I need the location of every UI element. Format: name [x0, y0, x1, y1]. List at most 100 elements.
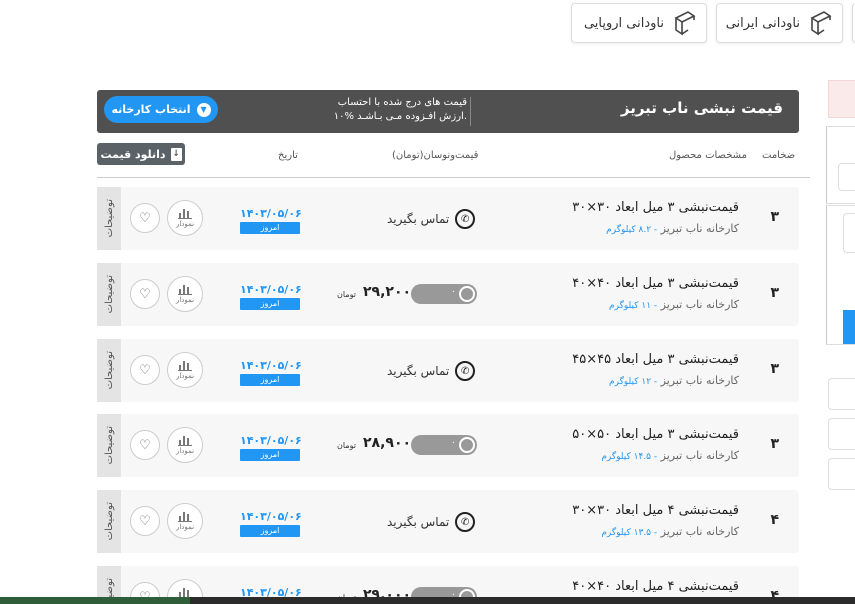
- download-price-button[interactable]: دانلود قیمت ↓: [97, 143, 185, 165]
- thickness-value: ۳: [770, 361, 779, 377]
- product-name[interactable]: قیمت‌نبشی ۳ میل ابعاد ۴۵×۴۵: [572, 352, 739, 367]
- favorite-heart-icon[interactable]: ♡: [130, 506, 160, 536]
- table-row: توضیحات ♡ نمودار ۱۴۰۳/۰۵/۰۶ امروز تماس ب…: [97, 187, 799, 250]
- call-label: تماس بگیرید: [387, 364, 450, 378]
- description-tab[interactable]: توضیحات: [97, 187, 121, 250]
- price-date: ۱۴۰۳/۰۵/۰۶: [240, 207, 302, 220]
- bar-chart-icon: [178, 436, 192, 446]
- column-header-date: تاریخ: [278, 150, 298, 161]
- header-divider: [470, 97, 471, 126]
- bar-chart-icon: [178, 361, 192, 371]
- category-card-european-gutter[interactable]: ناودانی اروپایی: [571, 3, 707, 43]
- fluctuation-value: ۰: [451, 287, 456, 297]
- call-for-price[interactable]: تماس بگیرید ✆: [387, 512, 476, 532]
- vat-note-line2: ۱۰% ارزش افـزوده مـی بـاشـد.: [333, 111, 467, 122]
- chart-button[interactable]: نمودار: [167, 352, 203, 388]
- table-row: توضیحات ♡ نمودار ۱۴۰۳/۰۵/۰۶ امروز تماس ب…: [97, 490, 799, 553]
- today-badge: امروز: [240, 525, 300, 537]
- thickness-value: ۳: [770, 285, 779, 301]
- sidebar-field[interactable]: [828, 458, 855, 490]
- chevron-down-icon: ▼: [196, 102, 211, 117]
- chart-button[interactable]: نمودار: [167, 200, 203, 236]
- product-name[interactable]: قیمت‌نبشی ۳ میل ابعاد ۵۰×۵۰: [572, 427, 739, 442]
- product-name[interactable]: قیمت‌نبشی ۳ میل ابعاد ۳۰×۳۰: [572, 200, 739, 215]
- product-weight: - ۱۴.۵ کیلوگرم: [601, 452, 658, 462]
- category-label: ناودانی ایرانی: [725, 15, 800, 31]
- factory-name: کارخانه ناب تبریز: [660, 374, 739, 387]
- price-fluctuation-toggle[interactable]: ۰: [411, 284, 477, 304]
- description-tab[interactable]: توضیحات: [97, 339, 121, 402]
- product-subtitle: کارخانه ناب تبریز - ۱۳.۵ کیلوگرم: [601, 525, 739, 538]
- sidebar-button[interactable]: [843, 310, 855, 344]
- today-badge: امروز: [240, 298, 300, 310]
- price-date: ۱۴۰۳/۰۵/۰۶: [240, 283, 302, 296]
- product-name[interactable]: قیمت‌نبشی ۴ میل ابعاد ۴۰×۴۰: [572, 579, 739, 594]
- sidebar-panel: [828, 80, 855, 118]
- description-label: توضیحات: [103, 502, 115, 541]
- factory-name: کارخانه ناب تبریز: [660, 449, 739, 462]
- call-label: تماس بگیرید: [387, 515, 450, 529]
- taskbar-segment: [0, 597, 190, 604]
- call-for-price[interactable]: تماس بگیرید ✆: [387, 209, 476, 229]
- chart-label: نمودار: [175, 372, 195, 380]
- vat-note: قیمت های درج شده با احتساب ۱۰% ارزش افـز…: [229, 96, 467, 124]
- product-subtitle: کارخانه ناب تبریز - ۱۴.۵ کیلوگرم: [601, 449, 739, 462]
- description-label: توضیحات: [103, 275, 115, 314]
- product-name[interactable]: قیمت‌نبشی ۴ میل ابعاد ۳۰×۳۰: [572, 503, 739, 518]
- gutter-icon: [674, 11, 696, 36]
- description-tab[interactable]: توضیحات: [97, 414, 121, 477]
- taskbar-strip: [0, 597, 855, 604]
- table-row: توضیحات ♡ نمودار ۱۴۰۳/۰۵/۰۶ امروز تومان …: [97, 263, 799, 326]
- chart-button[interactable]: نمودار: [167, 427, 203, 463]
- favorite-heart-icon[interactable]: ♡: [130, 279, 160, 309]
- bar-chart-icon: [178, 209, 192, 219]
- table-row: توضیحات ♡ نمودار ۱۴۰۳/۰۵/۰۶ امروز تماس ب…: [97, 339, 799, 402]
- factory-name: کارخانه ناب تبریز: [660, 222, 739, 235]
- price-date: ۱۴۰۳/۰۵/۰۶: [240, 359, 302, 372]
- call-for-price[interactable]: تماس بگیرید ✆: [387, 361, 476, 381]
- description-tab[interactable]: توضیحات: [97, 490, 121, 553]
- category-label: ناودانی اروپایی: [583, 15, 664, 31]
- sidebar-field[interactable]: [828, 378, 855, 410]
- sidebar-field[interactable]: [838, 163, 855, 191]
- product-weight: - ۱۲ کیلوگرم: [609, 377, 658, 387]
- favorite-heart-icon[interactable]: ♡: [130, 430, 160, 460]
- vat-note-line1: قیمت های درج شده با احتساب: [337, 97, 467, 108]
- chart-button[interactable]: نمودار: [167, 276, 203, 312]
- favorite-heart-icon[interactable]: ♡: [130, 203, 160, 233]
- select-factory-button[interactable]: انتخاب کارخانه ▼: [104, 96, 218, 123]
- thickness-value: ۴: [770, 512, 779, 528]
- price-date: ۱۴۰۳/۰۵/۰۶: [240, 434, 302, 447]
- product-weight: - ۱۱ کیلوگرم: [609, 301, 658, 311]
- product-weight: - ۸.۲ کیلوگرم: [606, 225, 658, 235]
- column-header-price: قیمت‌ونوسان(تومان): [392, 150, 479, 161]
- toggle-knob: [459, 437, 475, 453]
- fluctuation-value: ۰: [451, 438, 456, 448]
- chart-label: نمودار: [175, 447, 195, 455]
- category-card-iranian-gutter[interactable]: ناودانی ایرانی: [716, 3, 843, 43]
- price-value: ۲۸,۹۰۰: [363, 435, 412, 451]
- product-name[interactable]: قیمت‌نبشی ۳ میل ابعاد ۴۰×۴۰: [572, 276, 739, 291]
- price-fluctuation-toggle[interactable]: ۰: [411, 435, 477, 455]
- bar-chart-icon: [178, 285, 192, 295]
- factory-name: کارخانه ناب تبریز: [660, 298, 739, 311]
- table-row: توضیحات ♡ نمودار ۱۴۰۳/۰۵/۰۶ امروز تومان …: [97, 414, 799, 477]
- chart-button[interactable]: نمودار: [167, 503, 203, 539]
- toggle-knob: [459, 286, 475, 302]
- today-badge: امروز: [240, 449, 300, 461]
- sidebar-field[interactable]: [843, 213, 855, 253]
- today-badge: امروز: [240, 222, 300, 234]
- description-label: توضیحات: [103, 199, 115, 238]
- column-header-specs: مشخصات محصول: [669, 150, 747, 161]
- description-label: توضیحات: [103, 351, 115, 390]
- phone-icon: ✆: [455, 209, 476, 229]
- download-label: دانلود قیمت: [100, 147, 166, 161]
- description-tab[interactable]: توضیحات: [97, 263, 121, 326]
- select-factory-label: انتخاب کارخانه: [111, 103, 191, 116]
- bar-chart-icon: [178, 512, 192, 522]
- product-subtitle: کارخانه ناب تبریز - ۸.۲ کیلوگرم: [606, 222, 739, 235]
- phone-icon: ✆: [455, 512, 476, 532]
- sidebar-field[interactable]: [828, 418, 855, 450]
- favorite-heart-icon[interactable]: ♡: [130, 355, 160, 385]
- download-icon: ↓: [170, 147, 182, 161]
